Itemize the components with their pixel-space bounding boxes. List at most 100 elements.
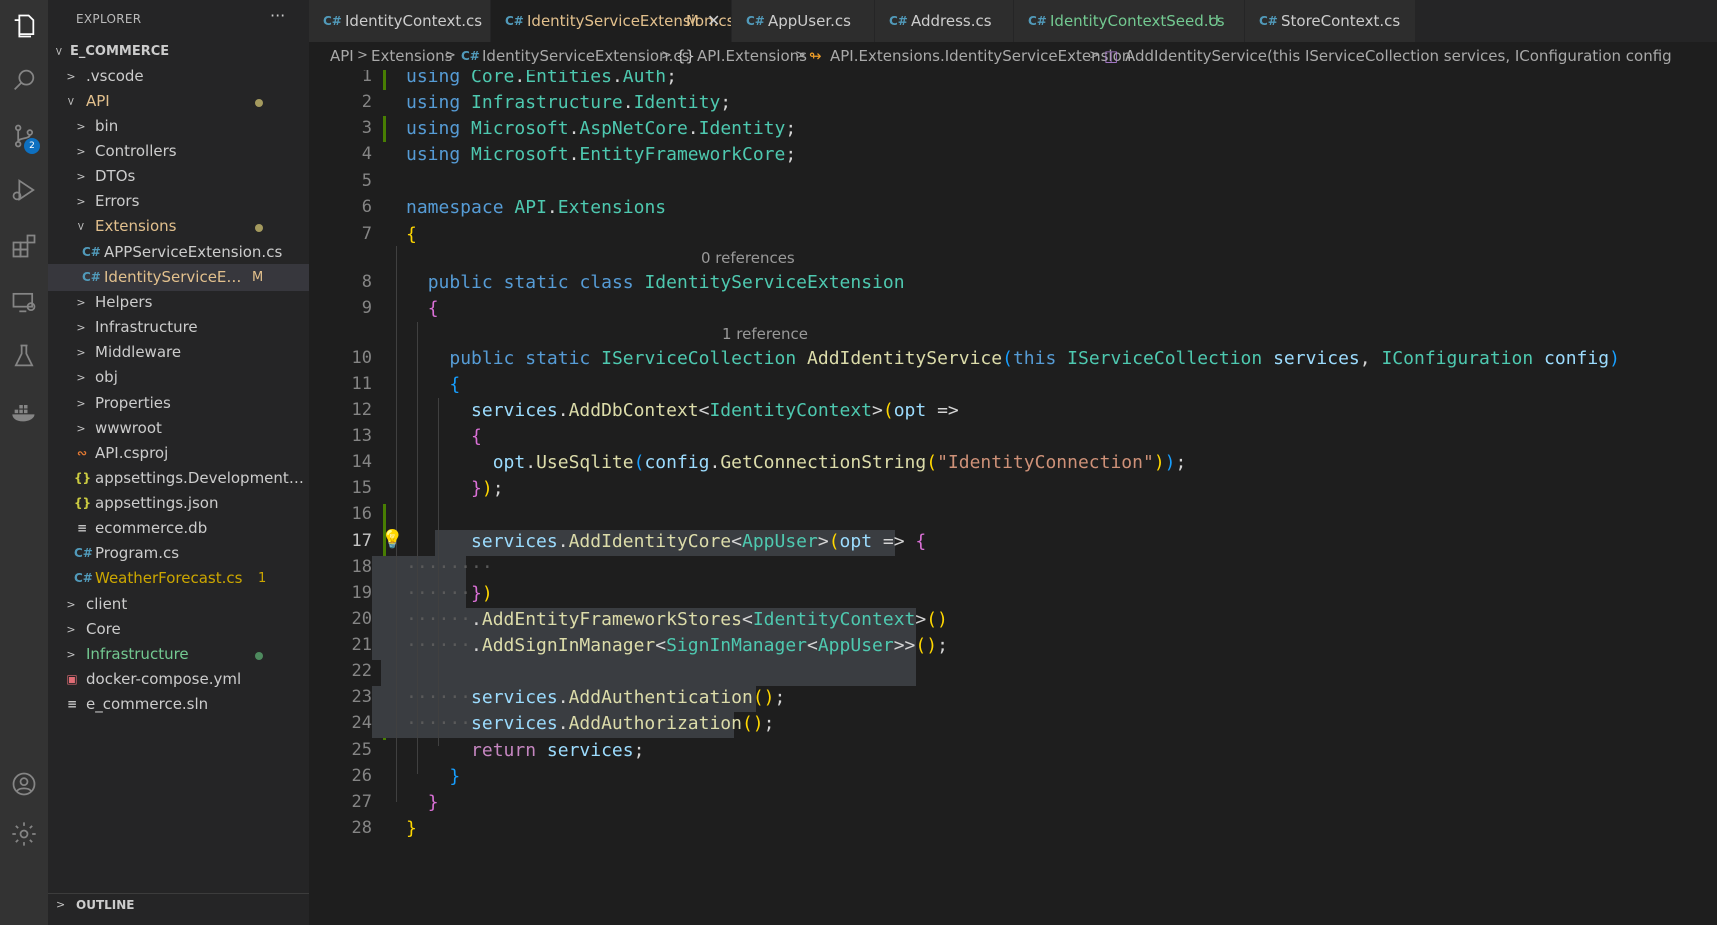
tree-item-label: obj (95, 368, 118, 386)
line-number: 3 (361, 118, 372, 138)
tree-folder-client[interactable]: > client (48, 591, 309, 618)
chevron-right-icon: > (76, 145, 86, 158)
chevron-right-icon: > (66, 70, 76, 83)
chevron-right-icon: > (56, 898, 66, 911)
tree-folder-properties[interactable]: > Properties (48, 390, 309, 417)
tree-file-appsettings-development[interactable]: {} appsettings.Development.j... (48, 465, 309, 492)
tree-folder-core[interactable]: > Core (48, 616, 309, 643)
tree-folder-errors[interactable]: > Errors (48, 188, 309, 215)
tab-label: StoreContext.cs (1281, 12, 1401, 30)
chevron-right-icon: > (76, 296, 86, 309)
breadcrumb-item[interactable]: Extensions (371, 42, 452, 70)
settings-gear-icon[interactable] (0, 812, 48, 856)
chevron-right-icon: > (1089, 48, 1100, 63)
tree-file-appsettings[interactable]: {} appsettings.json (48, 490, 309, 517)
tree-file-csproj[interactable]: ∾ API.csproj (48, 440, 309, 467)
json-file-icon: {} (74, 471, 92, 485)
breadcrumb-item[interactable]: API.Extensions (697, 42, 807, 70)
source-control-icon[interactable]: 2 (0, 114, 48, 158)
close-icon[interactable]: ✕ (707, 0, 720, 42)
csharp-file-icon: C# (505, 14, 524, 28)
tab-address[interactable]: C# Address.cs (875, 0, 1014, 42)
activity-bar: 2 (0, 0, 48, 925)
tab-appuser[interactable]: C# AppUser.cs (732, 0, 875, 42)
chevron-right-icon: > (66, 598, 76, 611)
tree-item-label: API (86, 92, 110, 110)
class-icon: ↬ (809, 47, 822, 65)
tree-item-label: e_commerce.sln (86, 695, 209, 713)
lightbulb-icon[interactable]: 💡 (381, 529, 403, 550)
tree-folder-controllers[interactable]: > Controllers (48, 138, 309, 165)
chevron-right-icon: > (76, 371, 86, 384)
more-actions-icon[interactable]: ··· (270, 6, 285, 25)
tab-identityserviceextension[interactable]: C# IdentityServiceExtension.cs M ✕ (491, 0, 732, 42)
tree-folder-infrastructure[interactable]: > Infrastructure (48, 314, 309, 341)
code-line: using Core.Entities.Auth; (406, 70, 677, 87)
line-number: 19 (351, 583, 372, 603)
tree-file-program[interactable]: C# Program.cs (48, 540, 309, 567)
workspace-root[interactable]: > E_COMMERCE (48, 38, 309, 65)
tree-item-label: Helpers (95, 293, 153, 311)
tree-item-label: appsettings.json (95, 494, 219, 512)
line-number: 26 (351, 766, 372, 786)
tree-folder-extensions[interactable]: > Extensions (48, 213, 309, 240)
testing-icon[interactable] (0, 334, 48, 378)
tree-file-sln[interactable]: ≡ e_commerce.sln (48, 691, 309, 718)
git-modified-marker (383, 70, 386, 90)
tab-identitycontextseed[interactable]: C# IdentityContextSeed.cs U (1014, 0, 1245, 42)
breadcrumb-item[interactable]: API (330, 42, 354, 70)
tree-file-weatherforecast[interactable]: C# WeatherForecast.cs 1 (48, 565, 309, 592)
tree-item-label: Properties (95, 394, 171, 412)
code-line: using Infrastructure.Identity; (406, 92, 732, 113)
codelens-references[interactable]: 1 reference (722, 325, 808, 343)
line-number: 28 (351, 818, 372, 838)
code-line: services.AddIdentityCore<AppUser>(opt =>… (471, 531, 927, 552)
code-line: ······.AddEntityFrameworkStores<Identity… (406, 609, 948, 630)
outline-section[interactable]: > OUTLINE (48, 893, 309, 918)
extensions-icon[interactable] (0, 224, 48, 268)
tree-file-appserviceextension[interactable]: C# APPServiceExtension.cs (48, 239, 309, 266)
chevron-right-icon: > (66, 623, 76, 636)
tree-item-label: docker-compose.yml (86, 670, 242, 688)
explorer-icon[interactable] (0, 4, 48, 48)
tree-folder-infrastructure-root[interactable]: > Infrastructure (48, 641, 309, 668)
chevron-right-icon: > (661, 48, 672, 63)
line-number: 13 (351, 426, 372, 446)
tree-item-label: Extensions (95, 217, 177, 235)
untracked-badge: U (1208, 12, 1219, 30)
file-lines-icon: ≡ (76, 521, 88, 535)
tree-file-ecommerce-db[interactable]: ≡ ecommerce.db (48, 515, 309, 542)
tree-item-label: client (86, 595, 128, 613)
tree-item-label: Infrastructure (86, 645, 189, 663)
tree-folder-dtos[interactable]: > DTOs (48, 163, 309, 190)
code-line: using Microsoft.EntityFrameworkCore; (406, 144, 797, 165)
tree-folder-helpers[interactable]: > Helpers (48, 289, 309, 316)
tree-folder-middleware[interactable]: > Middleware (48, 339, 309, 366)
breadcrumb-item[interactable]: IdentityServiceExtension.cs (482, 42, 689, 70)
codelens-references[interactable]: 0 references (701, 249, 795, 267)
search-icon[interactable] (0, 58, 48, 102)
tree-item-label: DTOs (95, 167, 136, 185)
tree-folder-bin[interactable]: > bin (48, 113, 309, 140)
indent-guide (396, 246, 397, 802)
breadcrumb-item[interactable]: API.Extensions.IdentityServiceExtension (830, 42, 1131, 70)
tree-file-docker-compose[interactable]: ▣ docker-compose.yml (48, 666, 309, 693)
accounts-icon[interactable] (0, 762, 48, 806)
chevron-down-icon: > (74, 221, 88, 232)
explorer-header: EXPLORER ··· (48, 0, 309, 40)
tab-storecontext[interactable]: C# StoreContext.cs (1245, 0, 1416, 42)
tree-folder-wwwroot[interactable]: > wwwroot (48, 415, 309, 442)
code-editor[interactable]: 1 2 3 4 5 6 7 8 9 10 11 12 13 14 15 16 1… (309, 70, 1717, 925)
docker-icon[interactable] (0, 390, 48, 434)
line-number: 11 (351, 374, 372, 394)
tree-folder-api[interactable]: > API (48, 88, 309, 115)
run-debug-icon[interactable] (0, 168, 48, 212)
tree-folder-obj[interactable]: > obj (48, 364, 309, 391)
breadcrumb-item[interactable]: AddIdentityService(this IServiceCollecti… (1125, 42, 1672, 70)
remote-explorer-icon[interactable] (0, 280, 48, 324)
line-number: 8 (361, 272, 372, 292)
chevron-right-icon: > (357, 48, 368, 63)
tree-file-identityserviceextension[interactable]: C# IdentityServiceExte... M (48, 264, 309, 291)
tree-folder-vscode[interactable]: > .vscode (48, 63, 309, 90)
tab-identitycontext[interactable]: C# IdentityContext.cs (309, 0, 491, 42)
